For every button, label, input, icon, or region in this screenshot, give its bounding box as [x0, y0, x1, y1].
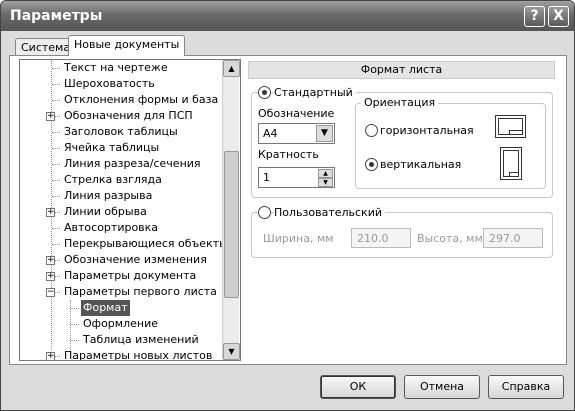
- spin-down-icon[interactable]: ▼: [318, 178, 333, 187]
- tree-item-label: Ячейка таблицы: [64, 141, 160, 154]
- help-title-button[interactable]: ?: [524, 6, 545, 27]
- tree-scrollbar[interactable]: ▲ ▼: [222, 60, 240, 360]
- tree-item[interactable]: + Параметры новых листов: [20, 348, 230, 361]
- help-button[interactable]: Справка: [488, 375, 564, 399]
- multiplicity-stepper[interactable]: 1 ▲ ▼: [258, 167, 335, 188]
- ok-button[interactable]: ОК: [320, 375, 396, 399]
- custom-radio[interactable]: [258, 206, 271, 219]
- tree-connector: [71, 308, 79, 309]
- expand-icon[interactable]: +: [46, 352, 55, 360]
- tree-item-label: Таблица изменений: [83, 333, 199, 346]
- tree-connector: [52, 100, 60, 101]
- tree-item[interactable]: + Линии обрыва: [20, 204, 230, 220]
- tree-item-label: Оформление: [83, 317, 158, 330]
- cancel-button[interactable]: Отмена: [404, 375, 480, 399]
- tree-connector: [52, 196, 60, 197]
- height-value: 297.0: [489, 232, 521, 245]
- orientation-label: Ориентация: [361, 96, 439, 110]
- window-title: Параметры: [10, 8, 103, 24]
- expand-icon[interactable]: +: [46, 256, 55, 265]
- vertical-radio[interactable]: [365, 158, 378, 171]
- tree-item[interactable]: Оформление: [20, 316, 230, 332]
- standard-radio-label[interactable]: Стандартный: [274, 86, 356, 99]
- tree-item-label: Заголовок таблицы: [64, 125, 178, 138]
- section-title: Формат листа: [248, 61, 555, 79]
- tree-item[interactable]: Линия разреза/сечения: [20, 156, 230, 172]
- horizontal-radio-label[interactable]: горизонтальная: [380, 124, 474, 137]
- horizontal-radio[interactable]: [365, 124, 378, 137]
- tree-item-label: Формат: [81, 300, 130, 316]
- tree-item-label: Текст на чертеже: [64, 61, 168, 74]
- title-bar: Параметры ? X: [1, 1, 574, 31]
- parameters-dialog: Параметры ? X Система Новые документы Те…: [0, 0, 575, 411]
- tree-connector: [52, 84, 60, 85]
- portrait-page-icon: [500, 147, 522, 180]
- expand-icon[interactable]: +: [46, 272, 55, 281]
- width-value: 210.0: [357, 232, 389, 245]
- tree-item-label: Стрелка взгляда: [64, 173, 162, 186]
- tree-connector: [52, 244, 60, 245]
- tree-item[interactable]: + Обозначения для ПСП: [20, 108, 230, 124]
- vertical-radio-label[interactable]: вертикальная: [380, 158, 461, 171]
- tree-connector: [52, 148, 60, 149]
- spin-up-icon[interactable]: ▲: [318, 169, 333, 178]
- scroll-thumb[interactable]: [224, 150, 239, 298]
- tree-item[interactable]: − Параметры первого листа: [20, 284, 230, 300]
- tree-item[interactable]: Линия разрыва: [20, 188, 230, 204]
- designation-value: А4: [263, 127, 278, 140]
- tree-connector: [52, 228, 60, 229]
- tree-item[interactable]: Перекрывающиеся объекты: [20, 236, 230, 252]
- designation-select[interactable]: А4 ▼: [258, 123, 335, 144]
- settings-tree[interactable]: Текст на чертеже Шероховатость Отклонения …: [19, 59, 241, 361]
- tree-connector: [71, 324, 79, 325]
- scroll-up-button[interactable]: ▲: [223, 60, 240, 77]
- tree-connector: [52, 164, 60, 165]
- tree-connector: [52, 68, 60, 69]
- tree-item[interactable]: + Обозначение изменения: [20, 252, 230, 268]
- tree-item-label: Обозначение изменения: [64, 253, 207, 266]
- close-button[interactable]: X: [548, 6, 569, 27]
- landscape-page-icon: [495, 115, 526, 138]
- tree-item-label: Обозначения для ПСП: [64, 109, 193, 122]
- collapse-icon[interactable]: −: [46, 288, 55, 297]
- tab-new-documents[interactable]: Новые документы: [68, 35, 186, 56]
- multiplicity-value: 1: [263, 171, 270, 184]
- tree-item[interactable]: Стрелка взгляда: [20, 172, 230, 188]
- tree-item-label: Отклонения формы и база: [64, 93, 219, 106]
- tree-item[interactable]: + Параметры документа: [20, 268, 230, 284]
- tree-connector: [71, 340, 79, 341]
- tree-item-label: Линия разреза/сечения: [64, 157, 201, 170]
- tree-item-label: Перекрывающиеся объекты: [64, 237, 228, 250]
- tree-item[interactable]: Автосортировка: [20, 220, 230, 236]
- designation-label: Обозначение: [258, 107, 335, 120]
- scroll-down-button[interactable]: ▼: [223, 343, 240, 360]
- tree-connector: [52, 180, 60, 181]
- expand-icon[interactable]: +: [46, 112, 55, 121]
- tree-item-label: Шероховатость: [64, 77, 155, 90]
- tree-item[interactable]: Текст на чертеже: [20, 60, 230, 76]
- tree-item-label: Автосортировка: [64, 221, 159, 234]
- custom-radio-label[interactable]: Пользовательский: [274, 206, 385, 219]
- width-label: Ширина, мм: [263, 232, 334, 245]
- tree-item[interactable]: Заголовок таблицы: [20, 124, 230, 140]
- multiplicity-label: Кратность: [258, 148, 319, 161]
- tree-item-label: Линия разрыва: [64, 189, 153, 202]
- tree-item-label: Линии обрыва: [64, 205, 147, 218]
- expand-icon[interactable]: +: [46, 208, 55, 217]
- width-field[interactable]: 210.0: [351, 228, 411, 248]
- standard-radio[interactable]: [258, 86, 271, 99]
- tree-connector: [52, 132, 60, 133]
- tree-item[interactable]: Таблица изменений: [20, 332, 230, 348]
- height-field[interactable]: 297.0: [483, 228, 543, 248]
- tree-item[interactable]: Ячейка таблицы: [20, 140, 230, 156]
- tree-item-label: Параметры новых листов: [64, 349, 213, 361]
- tree-item[interactable]: Шероховатость: [20, 76, 230, 92]
- tree-item-label: Параметры первого листа: [64, 285, 217, 298]
- height-label: Высота, мм: [417, 232, 483, 245]
- tree-item[interactable]: Отклонения формы и база: [20, 92, 230, 108]
- chevron-down-icon[interactable]: ▼: [316, 125, 333, 142]
- tab-system[interactable]: Система: [15, 38, 77, 56]
- tree-item[interactable]: Формат: [20, 300, 230, 316]
- tree-item-label: Параметры документа: [64, 269, 197, 282]
